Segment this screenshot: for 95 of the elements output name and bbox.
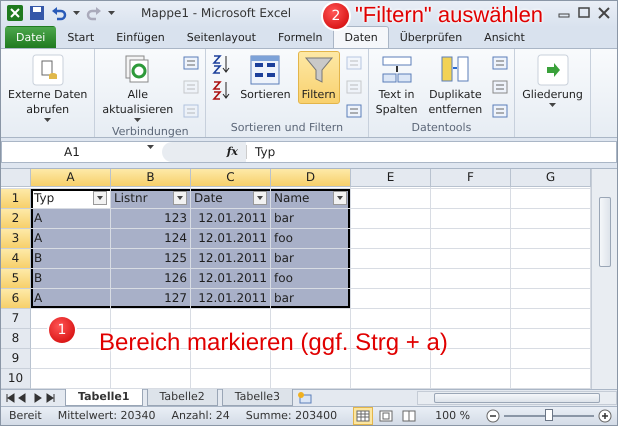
table-cell: foo bbox=[271, 268, 351, 289]
caret-icon bbox=[108, 11, 115, 16]
table-cell: foo bbox=[271, 228, 351, 249]
row-header[interactable]: 1 bbox=[1, 188, 31, 209]
sheet-tab[interactable]: Tabelle2 bbox=[146, 388, 218, 406]
annotation-text: "Filtern" auswählen bbox=[355, 2, 544, 28]
ribbon-button[interactable]: Externe Daten abrufen bbox=[4, 50, 92, 125]
horizontal-scrollbar[interactable] bbox=[417, 390, 617, 405]
row-header[interactable]: 10 bbox=[1, 368, 31, 389]
ribbon-tab[interactable]: Daten bbox=[333, 26, 389, 48]
function-button[interactable]: fx bbox=[162, 142, 246, 162]
row-header[interactable]: 3 bbox=[1, 228, 31, 249]
step-number-badge: 1 bbox=[49, 317, 75, 343]
ribbon-button[interactable]: Duplikate entfernen bbox=[424, 50, 486, 119]
status-mode: Bereit bbox=[9, 409, 42, 422]
ribbon-tab[interactable]: Seitenlayout bbox=[176, 26, 267, 48]
table-cell: bar bbox=[271, 288, 351, 309]
table-cell: 12.01.2011 bbox=[191, 268, 271, 289]
database-icon bbox=[32, 54, 64, 86]
column-title: Name bbox=[274, 191, 310, 206]
undo-icon[interactable] bbox=[51, 5, 67, 22]
step-number-badge: 2 bbox=[323, 3, 349, 29]
filter-dropdown-icon[interactable] bbox=[333, 191, 347, 206]
row-header[interactable]: 6 bbox=[1, 288, 31, 309]
ribbon-button[interactable]: Sortieren bbox=[236, 50, 295, 104]
ribbon-button[interactable]: Filtern bbox=[298, 50, 340, 104]
table-cell: 125 bbox=[111, 248, 191, 269]
table-cell: bar bbox=[271, 248, 351, 269]
zoom-out-icon[interactable] bbox=[486, 408, 500, 423]
ribbon-tab[interactable]: Überprüfen bbox=[388, 26, 474, 48]
group-label: Datentools bbox=[410, 120, 472, 136]
sheet-tab[interactable]: Tabelle3 bbox=[222, 388, 294, 406]
table-cell: 12.01.2011 bbox=[191, 208, 271, 229]
excel-logo-icon[interactable] bbox=[7, 5, 23, 22]
row-header[interactable]: 8 bbox=[1, 328, 31, 349]
column-header[interactable]: D bbox=[271, 168, 351, 187]
status-statistic: Mittelwert: 20340 bbox=[58, 409, 156, 422]
insert-sheet-icon[interactable] bbox=[297, 390, 314, 405]
ribbon-button[interactable]: Text in Spalten bbox=[372, 50, 422, 119]
ribbon-button[interactable]: Gliederung bbox=[518, 50, 587, 110]
column-header[interactable]: B bbox=[111, 168, 191, 187]
close-icon[interactable] bbox=[597, 7, 611, 20]
column-header[interactable]: E bbox=[351, 168, 431, 187]
file-tab[interactable]: Datei bbox=[5, 26, 56, 48]
table-cell: 12.01.2011 bbox=[191, 248, 271, 269]
table-cell: A bbox=[31, 288, 111, 309]
table-cell: A bbox=[31, 208, 111, 229]
table-cell: 126 bbox=[111, 268, 191, 289]
ribbon-tab[interactable]: Ansicht bbox=[473, 26, 536, 48]
row-header[interactable]: 9 bbox=[1, 348, 31, 369]
caret-icon bbox=[73, 11, 80, 16]
maximize-icon[interactable] bbox=[577, 7, 591, 20]
table-cell: bar bbox=[271, 208, 351, 229]
column-title: Typ bbox=[34, 191, 54, 206]
group-label: Verbindungen bbox=[110, 124, 190, 138]
zoom-in-icon[interactable] bbox=[598, 408, 612, 423]
table-cell: 124 bbox=[111, 228, 191, 249]
vertical-scrollbar[interactable] bbox=[591, 168, 617, 389]
row-header[interactable]: 5 bbox=[1, 268, 31, 289]
filter-dropdown-icon[interactable] bbox=[93, 191, 107, 206]
status-statistic: Anzahl: 24 bbox=[172, 409, 230, 422]
table-cell: 12.01.2011 bbox=[191, 288, 271, 309]
name-box[interactable]: A1 bbox=[2, 144, 162, 159]
sort-icon bbox=[249, 54, 282, 86]
column-header[interactable]: A bbox=[31, 168, 111, 187]
zoom-slider-thumb[interactable] bbox=[545, 408, 554, 421]
ribbon-tab[interactable]: Einfügen bbox=[105, 26, 176, 48]
zoom-level: 100 % bbox=[435, 409, 470, 422]
sheet-tab[interactable]: Tabelle1 bbox=[65, 388, 142, 406]
save-icon[interactable] bbox=[29, 5, 45, 22]
column-header[interactable]: G bbox=[511, 168, 591, 187]
column-title: Date bbox=[194, 191, 223, 206]
ribbon-tab[interactable]: Start bbox=[56, 26, 106, 48]
table-cell: B bbox=[31, 268, 111, 289]
column-header[interactable]: F bbox=[431, 168, 511, 187]
annotation-text: Bereich markieren (ggf. Strg + a) bbox=[99, 329, 448, 357]
status-statistic: Summe: 203400 bbox=[246, 409, 338, 422]
row-header[interactable]: 2 bbox=[1, 208, 31, 229]
window-title: Mappe1 - Microsoft Excel bbox=[141, 6, 292, 20]
table-cell: B bbox=[31, 248, 111, 269]
group-label: Sortieren und Filtern bbox=[230, 120, 344, 136]
view-button[interactable] bbox=[353, 406, 374, 425]
table-cell: 127 bbox=[111, 288, 191, 309]
filter-dropdown-icon[interactable] bbox=[173, 191, 187, 206]
row-header[interactable]: 4 bbox=[1, 248, 31, 269]
table-cell: 123 bbox=[111, 208, 191, 229]
filter-dropdown-icon[interactable] bbox=[253, 191, 267, 206]
table-cell: A bbox=[31, 228, 111, 249]
column-header[interactable]: C bbox=[191, 168, 271, 187]
formula-field[interactable]: Typ bbox=[246, 144, 616, 159]
column-title: Listnr bbox=[114, 191, 148, 206]
ribbon-button[interactable]: Alle aktualisieren bbox=[98, 50, 178, 125]
dropdown-icon bbox=[147, 144, 154, 149]
table-cell: 12.01.2011 bbox=[191, 228, 271, 249]
row-header[interactable]: 7 bbox=[1, 308, 31, 329]
